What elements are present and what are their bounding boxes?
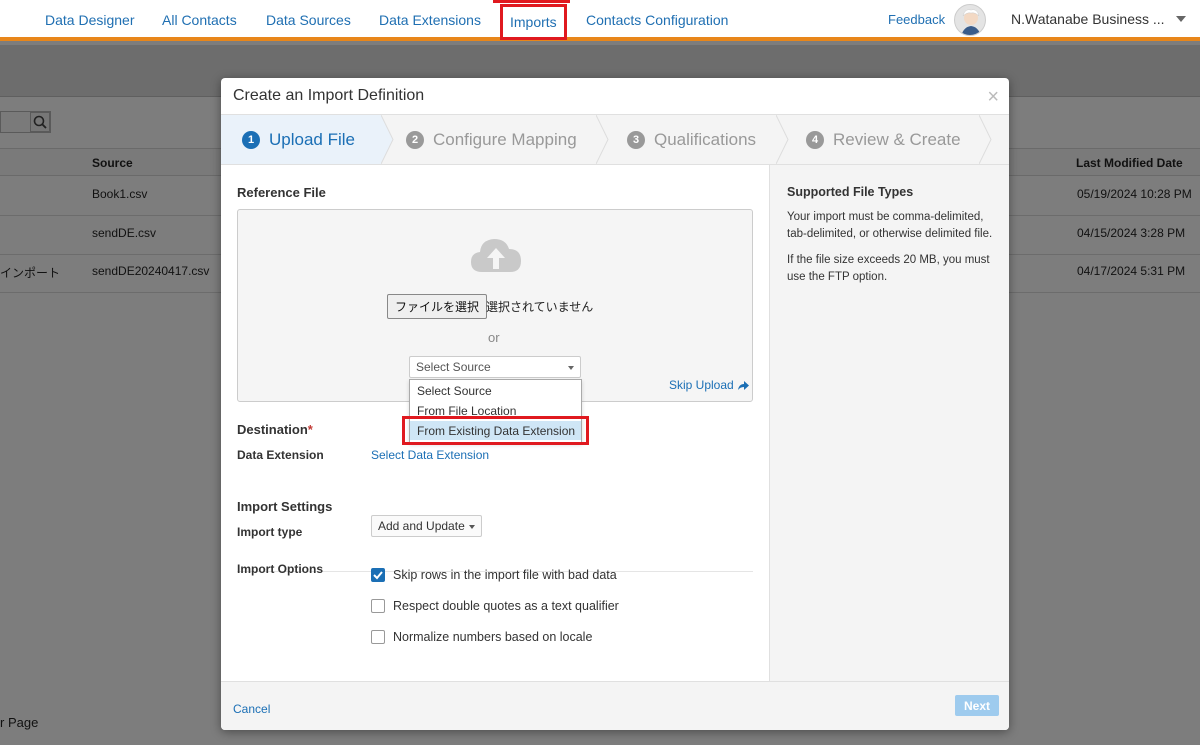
step-review-create[interactable]: 4 Review & Create bbox=[806, 115, 961, 164]
file-size-info: If the file size exceeds 20 MB, you must… bbox=[787, 254, 990, 283]
required-marker: * bbox=[307, 422, 313, 437]
or-separator: or bbox=[488, 330, 500, 345]
step-number: 1 bbox=[242, 130, 260, 149]
nav-imports[interactable]: Imports bbox=[500, 4, 567, 40]
select-source-value: Select Source bbox=[416, 360, 491, 374]
close-icon[interactable]: × bbox=[987, 87, 999, 107]
step-qualifications[interactable]: 3 Qualifications bbox=[627, 115, 756, 164]
row-date: 04/17/2024 5:31 PM bbox=[1077, 264, 1186, 278]
row-date: 04/15/2024 3:28 PM bbox=[1077, 226, 1186, 240]
step-number: 3 bbox=[627, 130, 645, 149]
top-nav: Data Designer All Contacts Data Sources … bbox=[0, 0, 1200, 41]
nav-all-contacts[interactable]: All Contacts bbox=[162, 12, 237, 28]
option-label: Skip rows in the import file with bad da… bbox=[393, 568, 617, 582]
step-chevron-icon bbox=[979, 115, 992, 164]
next-button[interactable]: Next bbox=[955, 695, 999, 716]
import-definition-modal: Create an Import Definition × 1 Upload F… bbox=[221, 78, 1009, 730]
import-options-label: Import Options bbox=[237, 562, 323, 576]
choose-file-button[interactable]: ファイルを選択 bbox=[387, 294, 488, 319]
chevron-down-icon[interactable] bbox=[1176, 16, 1186, 22]
skip-upload-link[interactable]: Skip Upload bbox=[669, 378, 750, 392]
nav-data-designer[interactable]: Data Designer bbox=[45, 12, 135, 28]
row-source: sendDE.csv bbox=[92, 226, 157, 240]
check-icon bbox=[373, 571, 383, 580]
import-type-dropdown[interactable]: Add and Update bbox=[371, 515, 482, 537]
user-avatar[interactable] bbox=[954, 4, 986, 36]
step-label: Review & Create bbox=[833, 129, 961, 149]
highlight-box bbox=[402, 416, 589, 445]
data-extension-label: Data Extension bbox=[237, 448, 324, 462]
step-label: Configure Mapping bbox=[433, 129, 577, 149]
info-panel: Supported File Types Your import must be… bbox=[769, 165, 1009, 681]
import-type-label: Import type bbox=[237, 525, 303, 539]
file-dropzone[interactable]: ファイルを選択 選択されていません or Select Source Skip … bbox=[237, 209, 753, 402]
checkbox-checked[interactable] bbox=[371, 568, 385, 582]
share-arrow-icon bbox=[738, 380, 750, 390]
checkbox-unchecked[interactable] bbox=[371, 630, 385, 644]
step-chevron-icon bbox=[776, 115, 789, 164]
file-type-info: Your import must be comma-delimited, tab… bbox=[787, 211, 993, 240]
option-normalize-numbers[interactable]: Normalize numbers based on locale bbox=[371, 630, 592, 644]
background-pagination-text: r Page bbox=[0, 715, 39, 730]
search-icon bbox=[30, 112, 50, 132]
option-skip-bad-rows[interactable]: Skip rows in the import file with bad da… bbox=[371, 568, 617, 582]
feedback-link[interactable]: Feedback bbox=[888, 12, 945, 27]
step-label: Upload File bbox=[269, 129, 355, 149]
active-tab-indicator bbox=[493, 0, 570, 3]
step-chevron-icon bbox=[381, 115, 394, 164]
step-label: Qualifications bbox=[654, 129, 757, 149]
step-number: 4 bbox=[806, 130, 824, 149]
business-unit-name[interactable]: N.Watanabe Business ... bbox=[1011, 11, 1165, 27]
step-configure-mapping[interactable]: 2 Configure Mapping bbox=[406, 115, 577, 164]
row-date: 05/19/2024 10:28 PM bbox=[1077, 187, 1192, 201]
option-label: Respect double quotes as a text qualifie… bbox=[393, 599, 619, 613]
option-respect-double-quotes[interactable]: Respect double quotes as a text qualifie… bbox=[371, 599, 619, 613]
nav-contacts-configuration[interactable]: Contacts Configuration bbox=[586, 12, 728, 28]
step-upload-file[interactable]: 1 Upload File bbox=[242, 115, 355, 164]
no-file-selected-text: 選択されていません bbox=[486, 300, 594, 314]
row-name: インポート bbox=[0, 266, 61, 280]
option-label: Normalize numbers based on locale bbox=[393, 630, 593, 644]
supported-file-types-title: Supported File Types bbox=[787, 185, 914, 199]
cloud-upload-icon bbox=[471, 239, 521, 272]
avatar-icon bbox=[961, 9, 981, 35]
import-settings-title: Import Settings bbox=[237, 499, 333, 514]
row-source: sendDE20240417.csv bbox=[92, 264, 210, 278]
step-number: 2 bbox=[406, 130, 424, 149]
select-data-extension-link[interactable]: Select Data Extension bbox=[371, 448, 489, 462]
wizard-steps: 1 Upload File 2 Configure Mapping 3 Qual… bbox=[221, 114, 1009, 165]
nav-data-sources[interactable]: Data Sources bbox=[266, 12, 351, 28]
cancel-button[interactable]: Cancel bbox=[233, 702, 270, 716]
column-header-source: Source bbox=[92, 156, 133, 170]
import-type-value: Add and Update bbox=[378, 519, 465, 533]
select-source-dropdown[interactable]: Select Source bbox=[409, 356, 581, 378]
modal-footer: Cancel Next bbox=[221, 681, 1009, 730]
option-select-source[interactable]: Select Source bbox=[410, 381, 581, 400]
reference-file-title: Reference File bbox=[237, 185, 326, 200]
checkbox-unchecked[interactable] bbox=[371, 599, 385, 613]
destination-label: Destination bbox=[237, 422, 308, 437]
modal-title: Create an Import Definition bbox=[233, 87, 425, 104]
destination-title: Destination* bbox=[237, 422, 313, 437]
skip-upload-label: Skip Upload bbox=[669, 378, 734, 392]
column-header-last-modified: Last Modified Date bbox=[1076, 156, 1183, 170]
caret-down-icon bbox=[568, 366, 574, 370]
row-source: Book1.csv bbox=[92, 187, 148, 201]
caret-down-icon bbox=[468, 524, 475, 529]
nav-data-extensions[interactable]: Data Extensions bbox=[379, 12, 481, 28]
step-chevron-icon bbox=[596, 115, 609, 164]
